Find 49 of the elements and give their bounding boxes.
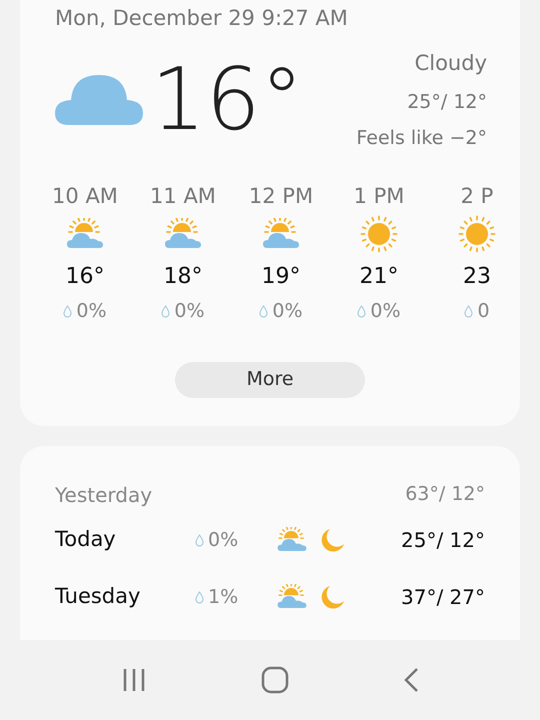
hour-label: 1 PM [354, 182, 404, 210]
raindrop-icon [259, 304, 268, 318]
precipitation-chance: 1% [208, 584, 238, 610]
sun-behind-cloud-icon [65, 218, 105, 250]
hour-label: 10 AM [52, 182, 118, 210]
moon-icon [319, 527, 345, 553]
precipitation-chance: 0 [477, 299, 490, 324]
hour-label: 2 P [460, 182, 494, 210]
precipitation-chance: 0% [76, 299, 107, 324]
date-time: Mon, December 29 9:27 AM [55, 5, 348, 32]
sun-behind-cloud-icon [276, 527, 308, 553]
more-button[interactable]: More [175, 362, 365, 398]
hour-temperature: 19° [262, 263, 300, 291]
high-low-temperature: 25°/ 12° [407, 90, 487, 114]
raindrop-icon [195, 534, 204, 546]
home-icon[interactable] [261, 666, 289, 694]
recent-apps-icon[interactable] [121, 667, 147, 693]
sun-icon [359, 214, 399, 254]
back-icon[interactable] [403, 667, 419, 693]
raindrop-icon [161, 304, 170, 318]
precipitation-chance: 0% [174, 299, 205, 324]
day-temperature: 37°/ 27° [401, 584, 485, 611]
condition: Cloudy [414, 50, 487, 77]
raindrop-icon [63, 304, 72, 318]
current-temperature: 16° [151, 57, 304, 144]
hour-label: 12 PM [248, 182, 314, 210]
day-name: Today [55, 526, 117, 554]
day-temperature: 25°/ 12° [401, 527, 485, 554]
sun-icon [457, 214, 497, 254]
yesterday-temperature: 63°/ 12° [405, 482, 485, 508]
hour-temperature: 21° [360, 263, 398, 291]
raindrop-icon [195, 590, 204, 604]
sun-behind-cloud-icon [276, 584, 308, 610]
hour-temperature: 23 [463, 263, 491, 291]
day-name: Tuesday [55, 583, 142, 610]
cloud-icon [55, 75, 143, 126]
sun-behind-cloud-icon [163, 218, 203, 250]
feels-like: Feels like −2° [356, 126, 487, 151]
precipitation-chance: 0% [272, 299, 303, 324]
sun-behind-cloud-icon [261, 218, 301, 250]
precipitation-chance: 0% [208, 528, 238, 553]
raindrop-icon [357, 304, 366, 318]
hour-temperature: 18° [164, 263, 202, 291]
moon-icon [319, 584, 345, 610]
hour-label: 11 AM [150, 182, 216, 210]
hour-temperature: 16° [66, 263, 104, 291]
precipitation-chance: 0% [370, 299, 401, 324]
yesterday-label: Yesterday [55, 482, 152, 508]
raindrop-icon [464, 304, 474, 318]
